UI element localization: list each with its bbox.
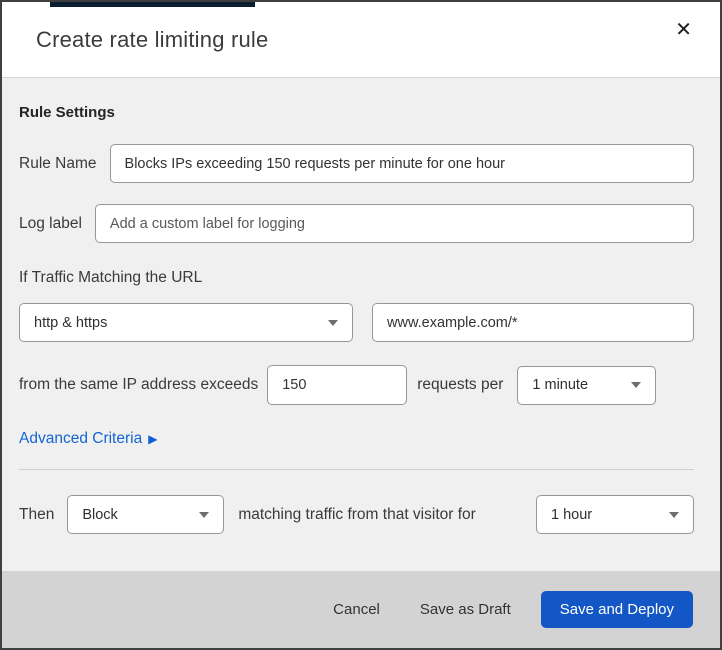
caret-down-icon: [631, 382, 642, 388]
modal-header: Create rate limiting rule ✕: [2, 2, 720, 78]
advanced-criteria-link[interactable]: Advanced Criteria ▶: [19, 430, 157, 448]
action-select-value: Block: [82, 506, 118, 523]
threshold-middle-text: requests per: [417, 376, 504, 393]
period-select-value: 1 minute: [532, 377, 589, 393]
url-match-row: http & https: [19, 303, 694, 342]
caret-down-icon: [199, 511, 210, 518]
scheme-select-value: http & https: [34, 314, 108, 331]
log-label-input[interactable]: [94, 204, 694, 243]
modal-body: Rule Settings Rule Name Log label If Tra…: [2, 78, 720, 571]
rule-name-label: Rule Name: [19, 154, 97, 172]
log-label-label: Log label: [19, 214, 82, 232]
action-row: Then Block matching traffic from that vi…: [19, 495, 694, 534]
rule-name-row: Rule Name: [19, 144, 694, 183]
section-divider: [19, 469, 694, 470]
threshold-prefix-text: from the same IP address exceeds: [19, 376, 259, 393]
url-pattern-input[interactable]: [372, 303, 694, 342]
scheme-select[interactable]: http & https: [19, 303, 353, 342]
threshold-row: from the same IP address exceeds request…: [19, 365, 694, 405]
rule-name-input[interactable]: [109, 144, 694, 183]
modal-title: Create rate limiting rule: [36, 26, 269, 52]
advanced-criteria-label: Advanced Criteria: [19, 430, 143, 447]
log-label-row: Log label: [19, 204, 694, 243]
create-rate-limiting-rule-modal: Create rate limiting rule ✕ Rule Setting…: [0, 0, 722, 650]
caret-down-icon: [669, 511, 679, 518]
rule-settings-heading: Rule Settings: [19, 104, 115, 121]
background-page-strip: [50, 2, 255, 7]
action-middle-text: matching traffic from that visitor for: [238, 505, 476, 523]
duration-select[interactable]: 1 hour: [536, 495, 694, 534]
close-icon: ✕: [675, 19, 692, 41]
close-button[interactable]: ✕: [669, 16, 698, 44]
then-label: Then: [19, 505, 55, 523]
arrow-right-icon: ▶: [148, 432, 158, 446]
caret-down-icon: [328, 319, 338, 326]
cancel-button[interactable]: Cancel: [323, 593, 390, 626]
duration-select-value: 1 hour: [551, 506, 593, 523]
modal-footer: Cancel Save as Draft Save and Deploy: [2, 571, 720, 648]
save-as-draft-button[interactable]: Save as Draft: [410, 593, 521, 626]
period-select[interactable]: 1 minute: [517, 365, 657, 405]
action-select[interactable]: Block: [67, 495, 225, 534]
traffic-match-heading: If Traffic Matching the URL: [19, 269, 203, 286]
request-count-input[interactable]: [267, 365, 408, 405]
save-and-deploy-button[interactable]: Save and Deploy: [540, 591, 693, 628]
